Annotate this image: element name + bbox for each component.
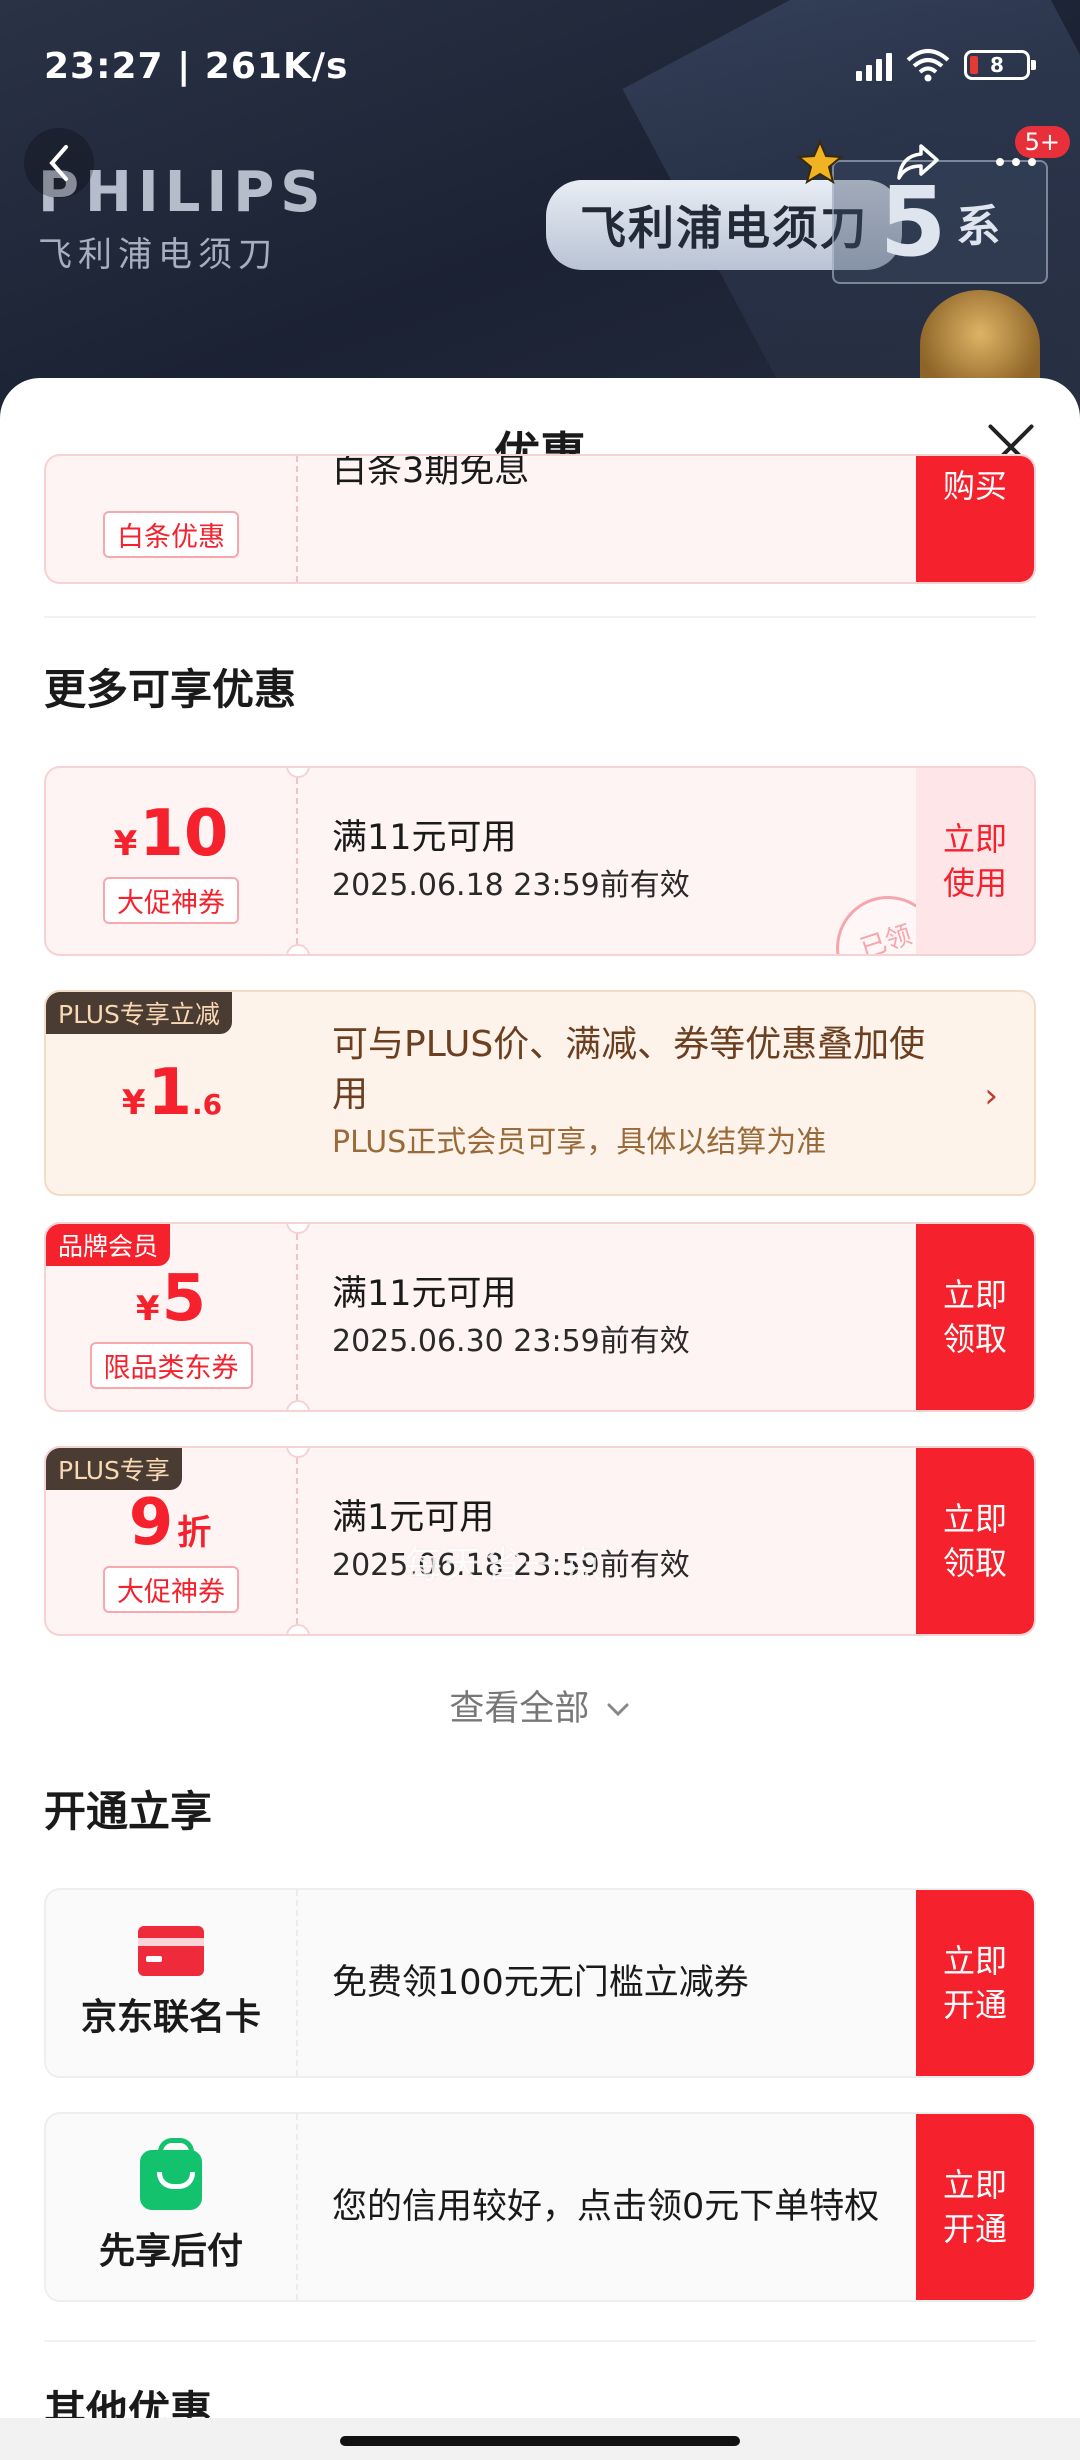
wifi-icon [906, 49, 950, 82]
activate-label: 立即 开通 [942, 2166, 1007, 2248]
view-all-label: 查看全部 [449, 1689, 590, 1729]
chevron-right-icon: › [984, 1076, 998, 1116]
plus-description: 可与PLUS价、满减、券等优惠叠加使用 [332, 1024, 926, 1115]
service-name: 京东联名卡 [80, 1997, 261, 2038]
message-count-badge: 5+ [1014, 126, 1070, 158]
plus-discount-card[interactable]: PLUS专享立减 ¥ 1 .6 可与PLUS价、满减、券等优惠叠加使用 PLUS… [44, 990, 1036, 1196]
back-button[interactable] [24, 128, 94, 198]
activate-label: 立即 开通 [942, 1942, 1007, 2024]
service-description: 免费领100元无门槛立减券 [332, 1963, 749, 2003]
service-left: 京东联名卡 [46, 1890, 298, 2076]
series-suffix: 系 [956, 201, 1001, 252]
battery-icon: 8 [964, 50, 1036, 80]
offer-middle: 白条3期免息 [332, 456, 910, 582]
plus-info: 可与PLUS价、满减、券等优惠叠加使用 PLUS正式会员可享，具体以结算为准 [332, 992, 954, 1194]
favorite-button[interactable] [788, 130, 852, 194]
coupon-info: 满11元可用 2025.06.30 23:59前有效 [332, 1224, 910, 1410]
buy-button[interactable]: 购买 [916, 456, 1034, 582]
service-left: 先享后付 [46, 2114, 298, 2300]
buy-button-label: 购买 [942, 467, 1007, 505]
offers-sheet: 优惠 白条优惠 白条3期免息 购买 更多可享优惠 ¥ 10 [0, 378, 1080, 2460]
coupon-price: 9 折 [128, 1485, 212, 1560]
more-offers-title: 更多可享优惠 [44, 665, 297, 714]
coupon-value: ¥ 10 大促神券 [46, 768, 298, 954]
claim-label: 立即 领取 [942, 1276, 1007, 1358]
top-actions [788, 130, 1048, 194]
claim-label: 立即 领取 [942, 1500, 1007, 1582]
coupon-tag: 限品类东券 [89, 1341, 253, 1389]
service-name: 先享后付 [98, 2231, 243, 2272]
baitiao-tag: 白条优惠 [103, 511, 239, 558]
star-icon [796, 139, 844, 185]
watermark-text: 每天省一点 [404, 1543, 605, 1587]
shopping-bag-icon [140, 2138, 202, 2210]
share-icon [897, 144, 939, 180]
jd-cobrand-card-offer[interactable]: 京东联名卡 免费领100元无门槛立减券 立即 开通 [44, 1888, 1036, 2078]
coupon-price: ¥ 10 [113, 796, 229, 871]
share-button[interactable] [886, 130, 950, 194]
activate-button[interactable]: 立即 开通 [916, 1890, 1034, 2076]
coupon-price: ¥ 5 [135, 1261, 207, 1336]
service-description: 您的信用较好，点击领0元下单特权 [332, 2187, 880, 2227]
coupon-tag: 大促神券 [103, 876, 239, 924]
pay-later-offer[interactable]: 先享后付 您的信用较好，点击领0元下单特权 立即 开通 [44, 2112, 1036, 2302]
coupon-value: 9 折 大促神券 [46, 1448, 298, 1634]
coupon-value: ¥ 5 限品类东券 [46, 1224, 298, 1410]
coupon-info: 满11元可用 2025.06.18 23:59前有效 [332, 768, 910, 954]
coupon-tag: 大促神券 [103, 1565, 239, 1613]
use-now-button[interactable]: 立即 使用 [916, 768, 1034, 954]
activate-button[interactable]: 立即 开通 [916, 2114, 1034, 2300]
coupon-card[interactable]: ¥ 10 大促神券 满11元可用 2025.06.18 23:59前有效 已领 … [44, 766, 1036, 956]
baitiao-offer-card[interactable]: 白条优惠 白条3期免息 购买 [44, 454, 1036, 584]
coupon-validity: 2025.06.18 23:59前有效 [332, 868, 690, 903]
home-indicator[interactable] [340, 2436, 740, 2446]
divider [44, 2340, 1036, 2342]
chevron-down-icon [607, 1703, 629, 1717]
claim-button[interactable]: 立即 领取 [916, 1224, 1034, 1410]
coupon-condition: 满11元可用 [332, 818, 517, 858]
battery-level: 8 [990, 53, 1004, 77]
plus-note: PLUS正式会员可享，具体以结算为准 [332, 1125, 827, 1160]
status-icons: 8 [856, 48, 1036, 82]
product-header-background: 23:27 | 261K/s 8 PHILIPS 飞利浦电须刀 飞利浦电须刀 5… [0, 0, 1080, 420]
open-enjoy-title: 开通立享 [44, 1787, 213, 1836]
use-now-label: 立即 使用 [942, 820, 1007, 902]
coupon-validity: 2025.06.30 23:59前有效 [332, 1324, 690, 1359]
offer-text: 白条3期免息 [332, 454, 530, 491]
cellular-signal-icon [856, 49, 892, 81]
brand-subtitle: 飞利浦电须刀 [38, 235, 278, 275]
divider [44, 616, 1036, 618]
coupon-card[interactable]: 品牌会员 ¥ 5 限品类东券 满11元可用 2025.06.30 23:59前有… [44, 1222, 1036, 1412]
view-all-button[interactable]: 查看全部 [0, 1680, 1080, 1731]
coupon-condition: 满11元可用 [332, 1274, 517, 1314]
claim-button[interactable]: 立即 领取 [916, 1448, 1034, 1634]
plus-value: ¥ 1 .6 [46, 992, 298, 1194]
chevron-left-icon [49, 145, 68, 181]
status-bar: 23:27 | 261K/s 8 [0, 0, 1080, 130]
credit-card-icon [138, 1926, 204, 1976]
status-time: 23:27 | 261K/s [44, 46, 349, 87]
plus-price: ¥ 1 .6 [121, 1056, 223, 1130]
offer-left: 白条优惠 [46, 456, 298, 582]
